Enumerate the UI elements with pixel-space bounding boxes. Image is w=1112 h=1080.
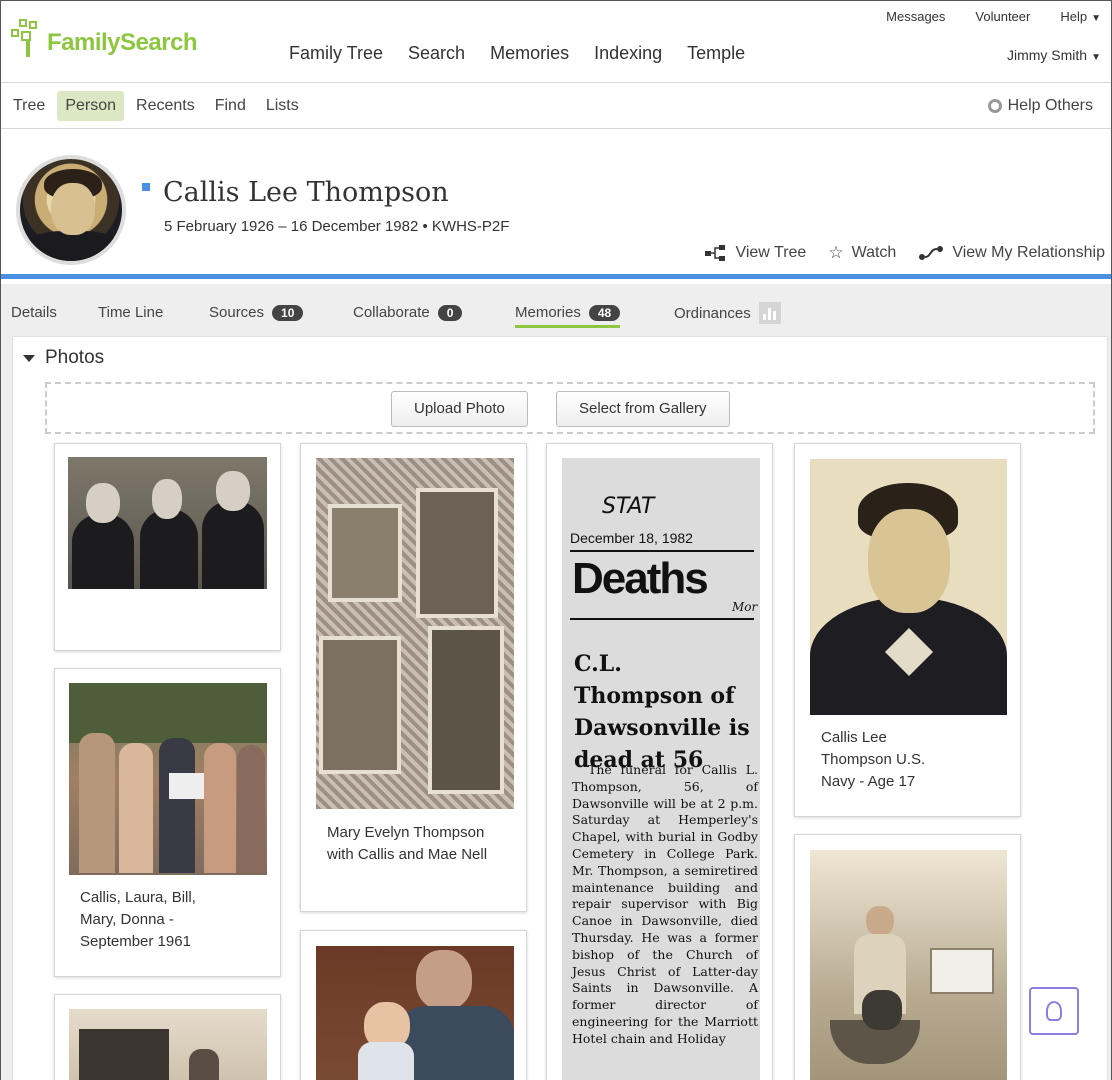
photos-section-toggle[interactable]: Photos	[23, 347, 104, 369]
view-tree-label: View Tree	[735, 244, 807, 261]
photo-card[interactable]: Mary Evelyn Thompson with Callis and Mae…	[300, 443, 527, 912]
view-relationship-label: View My Relationship	[952, 244, 1105, 261]
bar-chart-icon	[758, 302, 781, 324]
photo-thumbnail	[69, 1009, 267, 1080]
photo-card[interactable]: Callis Lee Thompson U.S. Navy - Age 17	[794, 443, 1021, 817]
user-name: Jimmy Smith	[1006, 47, 1088, 63]
clipping-date: December 18, 1982	[570, 530, 693, 546]
view-tree-button[interactable]: View Tree	[705, 243, 806, 263]
photo-caption: Callis Lee Thompson U.S. Navy - Age 17	[821, 729, 926, 790]
tree-logo-icon	[11, 19, 45, 59]
tab-sources[interactable]: Sources 10	[209, 304, 304, 325]
tab-memories-label: Memories	[515, 304, 581, 321]
caret-down-icon: ▼	[1091, 13, 1101, 24]
photos-section-title: Photos	[45, 347, 105, 368]
utility-nav: Messages Volunteer Help ▼	[886, 9, 1101, 24]
tree-view-icon	[705, 245, 726, 261]
volunteer-link[interactable]: Volunteer	[975, 9, 1030, 24]
upload-photo-button[interactable]: Upload Photo	[391, 391, 528, 427]
clipping-masthead: Deaths	[572, 554, 709, 603]
memories-count-badge: 48	[588, 304, 621, 321]
top-header: FamilySearch Family Tree Search Memories…	[1, 1, 1111, 83]
subnav-lists[interactable]: Lists	[258, 91, 307, 121]
tab-timeline-label: Time Line	[98, 304, 164, 321]
nav-indexing[interactable]: Indexing	[594, 43, 662, 64]
person-portrait[interactable]	[16, 155, 126, 265]
select-from-gallery-button[interactable]: Select from Gallery	[556, 391, 730, 427]
photo-thumbnail	[810, 850, 1007, 1080]
photo-caption: Callis, Laura, Bill, Mary, Donna - Septe…	[80, 889, 196, 950]
clipping-body: The funeral for Callis L. Thompson, 56, …	[572, 762, 758, 1046]
person-lifespan-id: 5 February 1926 – 16 December 1982 • KWH…	[164, 218, 510, 235]
help-others-label: Help Others	[1007, 97, 1093, 114]
photo-thumbnail	[316, 458, 514, 809]
relationship-icon	[919, 246, 944, 260]
collaborate-count-badge: 0	[437, 304, 463, 321]
sources-count-badge: 10	[272, 304, 304, 321]
photo-caption: Mary Evelyn Thompson with Callis and Mae…	[327, 824, 488, 863]
lightbulb-icon	[1046, 1001, 1062, 1021]
messages-link[interactable]: Messages	[886, 9, 945, 24]
watch-button[interactable]: ☆ Watch	[828, 243, 896, 263]
nav-family-tree[interactable]: Family Tree	[289, 43, 383, 64]
tab-sources-label: Sources	[209, 304, 265, 321]
person-actions: View Tree ☆ Watch View My Relationship	[705, 243, 1105, 263]
person-header: Callis Lee Thompson 5 February 1926 – 16…	[1, 129, 1111, 279]
subnav-person[interactable]: Person	[57, 91, 125, 121]
brand-name: FamilySearch	[47, 29, 198, 56]
nav-memories[interactable]: Memories	[490, 43, 569, 64]
photo-card[interactable]	[54, 994, 281, 1080]
help-others-link[interactable]: Help Others	[987, 97, 1093, 115]
subnav-tree[interactable]: Tree	[5, 91, 53, 121]
photo-thumbnail	[69, 683, 267, 875]
male-gender-icon	[142, 183, 150, 191]
photo-drop-zone[interactable]: Upload Photo Select from Gallery	[45, 382, 1095, 434]
subnav-find[interactable]: Find	[207, 91, 254, 121]
tab-details-label: Details	[11, 304, 57, 321]
tab-memories[interactable]: Memories 48	[515, 304, 621, 328]
photo-thumbnail	[316, 946, 514, 1080]
user-menu[interactable]: Jimmy Smith ▼	[1007, 47, 1101, 63]
tab-ordinances[interactable]: Ordinances	[674, 302, 781, 328]
nav-search[interactable]: Search	[408, 43, 465, 64]
photo-card[interactable]	[300, 930, 527, 1080]
star-icon: ☆	[828, 243, 844, 262]
main-nav: Family Tree Search Memories Indexing Tem…	[289, 43, 745, 64]
photo-thumbnail	[68, 457, 267, 589]
nav-temple[interactable]: Temple	[687, 43, 745, 64]
photo-card[interactable]: STAT December 18, 1982 Deaths Mor C.L. T…	[546, 443, 773, 1080]
person-name: Callis Lee Thompson	[163, 177, 449, 208]
photo-card[interactable]	[794, 834, 1021, 1080]
tab-collaborate-label: Collaborate	[353, 304, 430, 321]
familysearch-logo[interactable]: FamilySearch	[11, 19, 198, 59]
tips-lightbulb-button[interactable]	[1029, 987, 1079, 1035]
watch-label: Watch	[851, 244, 897, 261]
clipping-headline: C.L. Thompson of Dawsonville is dead at …	[574, 651, 750, 773]
tab-ordinances-label: Ordinances	[674, 304, 751, 322]
lifering-icon	[987, 99, 1002, 113]
clipping-masthead-aside: Mor	[732, 600, 758, 614]
photo-card[interactable]: Callis, Laura, Bill, Mary, Donna - Septe…	[54, 668, 281, 977]
obituary-clipping: STAT December 18, 1982 Deaths Mor C.L. T…	[562, 458, 760, 1080]
tab-timeline[interactable]: Time Line	[98, 304, 163, 325]
person-tabs: Details Time Line Sources 10 Collaborate…	[1, 284, 1111, 336]
tab-details[interactable]: Details	[11, 304, 57, 325]
caret-down-icon: ▼	[1091, 52, 1101, 63]
help-label: Help	[1060, 9, 1088, 24]
view-relationship-button[interactable]: View My Relationship	[918, 243, 1105, 263]
tab-collaborate[interactable]: Collaborate 0	[353, 304, 463, 325]
family-tree-subnav: Tree Person Recents Find Lists Help Othe…	[1, 83, 1111, 129]
clipping-stamp: STAT	[602, 494, 655, 519]
collapse-triangle-icon	[23, 354, 35, 362]
subnav-recents[interactable]: Recents	[128, 91, 203, 121]
photo-thumbnail	[810, 459, 1007, 715]
help-menu[interactable]: Help ▼	[1060, 9, 1101, 24]
photo-card[interactable]	[54, 443, 281, 651]
